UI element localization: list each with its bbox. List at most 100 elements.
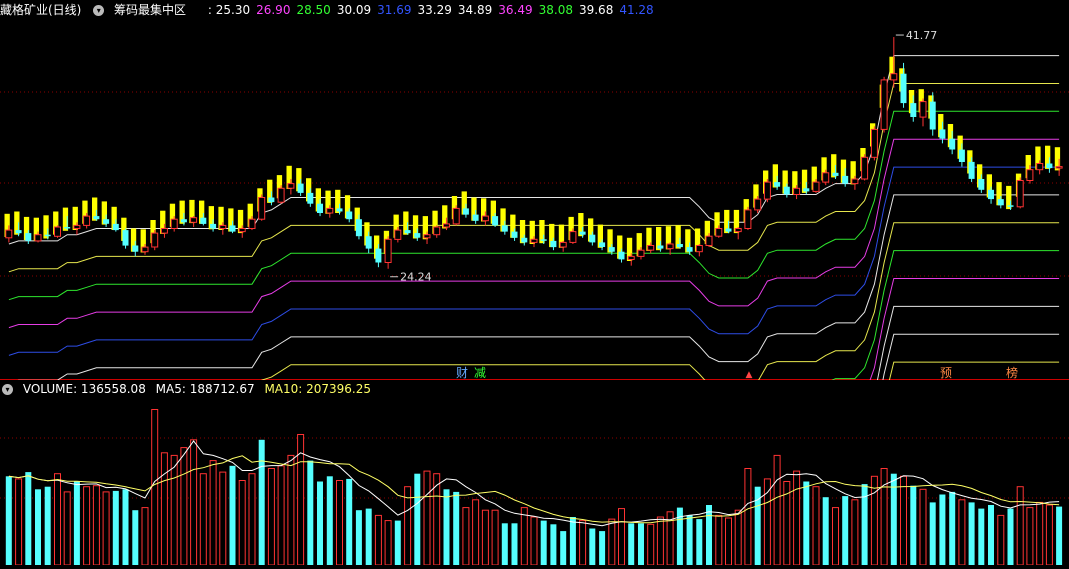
candle-body: [44, 234, 51, 237]
candle-body: [890, 73, 898, 81]
candle-body: [384, 238, 392, 264]
volume-bar: [579, 520, 587, 566]
volume-bar: [336, 480, 343, 566]
volume-bar: [939, 494, 946, 565]
indicator-name: 筹码最集中区: [114, 3, 187, 17]
candle-body: [336, 208, 343, 212]
volume-bar: [63, 491, 71, 566]
volume-bar: [638, 523, 644, 566]
volume-bar: [919, 488, 927, 566]
price-header: 藏格矿业(日线) ▾ 筹码最集中区 : 25.30 26.90 28.50 30.09…: [0, 1, 666, 19]
volume-bar: [453, 491, 460, 565]
indicator-value: 38.08: [538, 3, 573, 17]
volume-bar: [900, 475, 907, 566]
volume-bar: [238, 480, 246, 566]
candle-body: [579, 231, 586, 235]
volume-bar: [365, 508, 372, 565]
volume-bar: [258, 439, 265, 566]
volume-bar: [725, 517, 732, 566]
volume-bar: [608, 518, 616, 566]
candle-body: [988, 189, 994, 200]
candle-body: [112, 223, 119, 231]
volume-bar: [374, 514, 382, 566]
volume-bar: [170, 454, 178, 566]
volume-bar: [511, 523, 518, 566]
candle-body: [997, 199, 1004, 206]
volume-bar: [384, 520, 392, 566]
candle-body: [180, 219, 187, 223]
volume-panel[interactable]: ▾ VOLUME: 136558.08 MA5: 188712.67 MA10:…: [0, 380, 1069, 566]
volume-bar: [229, 465, 236, 565]
volume-bar: [715, 514, 723, 566]
volume-bar: [520, 507, 528, 566]
candle-body: [842, 175, 849, 184]
candle-body: [978, 179, 985, 190]
volume-bar: [423, 470, 431, 566]
annotation-label: 41.77: [906, 29, 938, 42]
volume-bar: [317, 481, 323, 565]
volume-bar: [803, 481, 810, 565]
candle-body: [530, 238, 538, 243]
price-panel[interactable]: 藏格矿业(日线) ▾ 筹码最集中区 : 25.30 26.90 28.50 30.09…: [0, 0, 1069, 551]
volume-bar: [5, 476, 12, 565]
indicator-value: 34.89: [457, 3, 493, 17]
volume-bar: [326, 476, 333, 565]
candle-body: [939, 129, 946, 139]
candle-body: [462, 208, 469, 215]
indicator-toggle-icon[interactable]: ▾: [93, 5, 105, 16]
volume-bar: [540, 520, 547, 565]
candle-body: [151, 232, 159, 248]
volume-bar: [414, 473, 421, 565]
volume-bar: [822, 497, 829, 565]
volume-bar: [54, 473, 61, 566]
candle-body: [832, 172, 839, 176]
volume-bar: [1036, 501, 1044, 566]
volume-bar: [812, 486, 820, 566]
volume-toggle-icon[interactable]: ▾: [2, 384, 13, 395]
candle-body: [803, 188, 810, 192]
volume-bar: [832, 507, 839, 566]
volume-bar: [73, 481, 80, 565]
candle-body: [141, 246, 149, 253]
candle-body: [317, 203, 323, 213]
candle-body: [919, 101, 927, 118]
candle-body: [297, 183, 304, 193]
candle-body: [423, 234, 431, 239]
volume-bar: [491, 509, 499, 566]
volume-bar: [277, 465, 285, 566]
volume-bar: [44, 486, 51, 565]
candle-body: [666, 243, 674, 250]
volume-bar: [346, 478, 353, 565]
volume-bar: [15, 478, 23, 566]
volume-bar: [287, 454, 295, 566]
candle-body: [744, 209, 752, 229]
volume-bar: [997, 514, 1005, 566]
volume-bar: [1056, 506, 1063, 565]
candle-body: [346, 211, 353, 220]
candle-body: [812, 181, 820, 192]
candle-body: [910, 103, 917, 117]
candle-body: [589, 234, 596, 243]
candle-body: [307, 192, 314, 204]
volume-bar: [647, 523, 655, 566]
volume-bar: [958, 499, 966, 566]
volume-bar: [599, 531, 606, 565]
cost-line: [8, 305, 1060, 496]
volume-bar: [472, 499, 480, 566]
candle-body: [160, 228, 168, 234]
volume-bar: [355, 510, 362, 565]
volume-bar: [180, 447, 188, 566]
volume-bar: [686, 515, 693, 565]
volume-bar: [589, 528, 596, 565]
indicator-value: 33.29: [417, 3, 452, 17]
volume-bar: [404, 486, 412, 566]
volume-bar: [199, 473, 207, 566]
candle-body: [861, 156, 869, 180]
event-marker: 减: [474, 366, 486, 380]
candle-body: [774, 182, 781, 187]
volume-bar: [112, 490, 119, 565]
candle-body: [754, 198, 762, 211]
volume-bar: [92, 485, 100, 566]
indicator-value: 30.09: [336, 3, 372, 17]
candle-body: [492, 216, 499, 226]
